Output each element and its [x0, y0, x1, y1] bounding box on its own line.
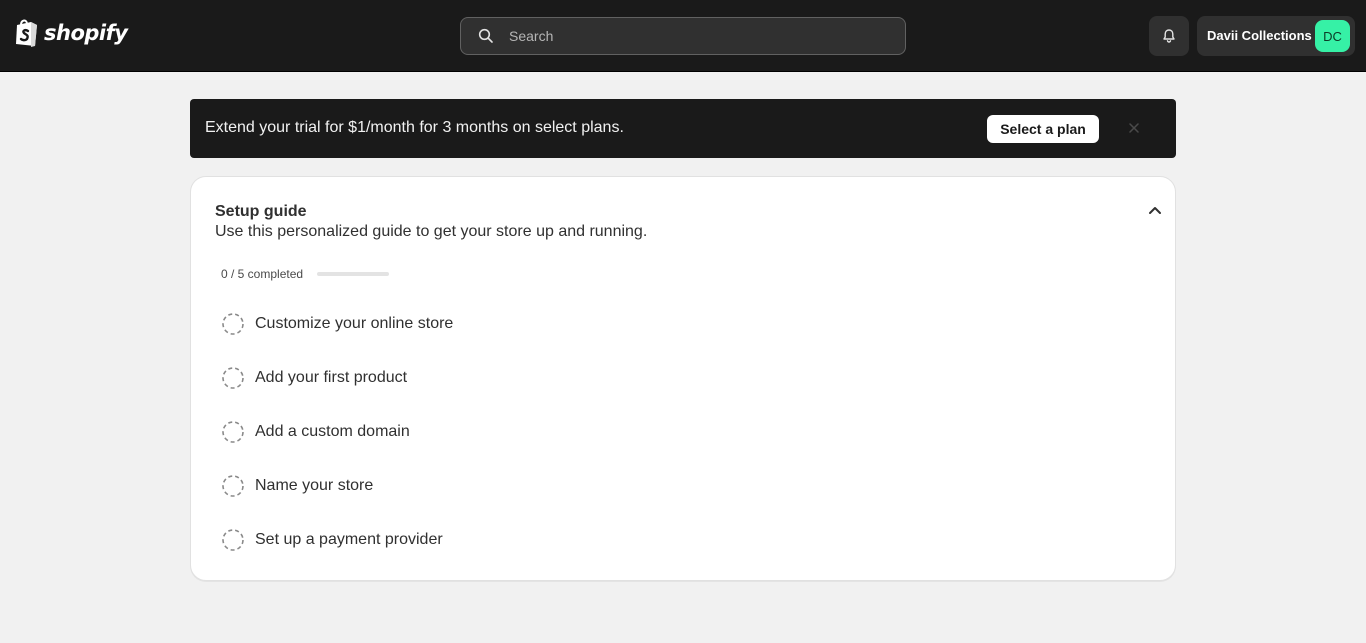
task-label: Set up a payment provider [255, 531, 443, 548]
task-label: Customize your online store [255, 315, 454, 332]
banner-message: Extend your trial for $1/month for 3 mon… [205, 119, 624, 136]
setup-guide-title: Setup guide [215, 203, 307, 220]
avatar: DC [1315, 20, 1350, 52]
task-item[interactable]: Name your store [221, 473, 721, 499]
shopify-bag-icon [16, 19, 37, 47]
incomplete-circle-icon[interactable] [221, 528, 245, 552]
setup-guide-card: Setup guide Use this personalized guide … [190, 176, 1176, 581]
top-bar: shopify Davii Collections DC [0, 0, 1366, 72]
incomplete-circle-icon[interactable] [221, 366, 245, 390]
shopify-logo[interactable]: shopify [14, 17, 128, 49]
bell-icon [1163, 29, 1175, 43]
close-icon[interactable] [1126, 120, 1142, 136]
store-name: Davii Collections [1207, 28, 1312, 43]
task-item[interactable]: Add a custom domain [221, 419, 721, 445]
progress-label: 0 / 5 completed [221, 267, 304, 281]
trial-banner: Extend your trial for $1/month for 3 mon… [190, 99, 1176, 158]
task-item[interactable]: Set up a payment provider [221, 527, 721, 553]
incomplete-circle-icon[interactable] [221, 420, 245, 444]
search-icon [478, 28, 493, 43]
progress-bar [317, 272, 389, 276]
task-label: Add your first product [255, 369, 408, 386]
incomplete-circle-icon[interactable] [221, 312, 245, 336]
search-input[interactable] [509, 18, 889, 54]
setup-guide-subtitle: Use this personalized guide to get your … [215, 223, 648, 240]
task-label: Add a custom domain [255, 423, 410, 440]
task-item[interactable]: Add your first product [221, 365, 721, 391]
notifications-button[interactable] [1149, 16, 1189, 56]
search-bar[interactable] [460, 17, 906, 55]
incomplete-circle-icon[interactable] [221, 474, 245, 498]
chevron-up-icon[interactable] [1146, 201, 1164, 219]
logo-wordmark: shopify [44, 21, 128, 45]
task-item[interactable]: Customize your online store [221, 311, 721, 337]
task-label: Name your store [255, 477, 374, 494]
store-menu-button[interactable]: Davii Collections DC [1197, 16, 1355, 56]
select-plan-button[interactable]: Select a plan [987, 115, 1099, 143]
